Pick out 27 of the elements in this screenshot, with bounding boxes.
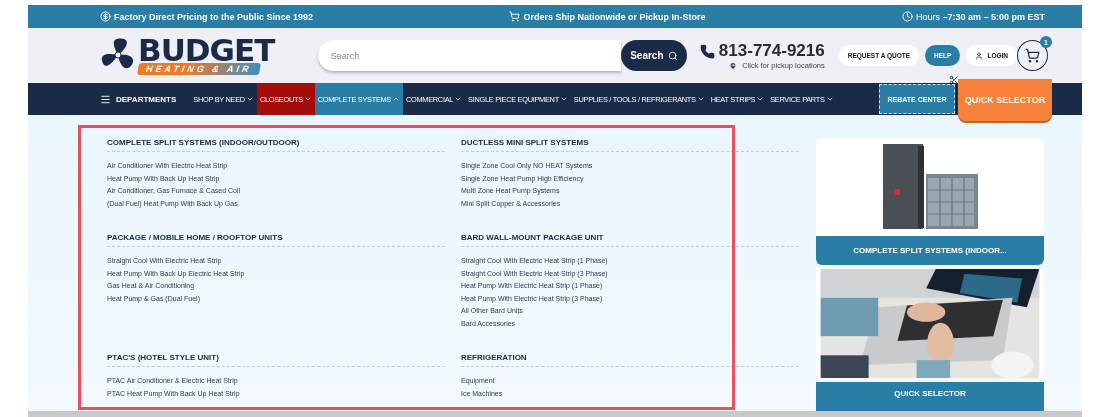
pricing-text: Factory Direct Pricing to the Public Since 1992 (114, 11, 314, 22)
brand-name: BUDGET (138, 36, 275, 63)
section-heading: COMPLETE SPLIT SYSTEMS (INDOOR/OUTDOOR) (107, 138, 445, 152)
cart-icon (509, 11, 521, 22)
section-heading: PACKAGE / MOBILE HOME / ROOFTOP UNITS (107, 233, 445, 247)
section-heading: REFRIGERATION (461, 353, 799, 367)
phone-number: 813-774-9216 (718, 41, 825, 61)
section-heading: BARD WALL-MOUNT PACKAGE UNIT (461, 233, 799, 247)
category-card[interactable]: COMPLETE SPLIT SYSTEMS (INDOOR... (816, 138, 1044, 265)
menu-icon (100, 93, 111, 105)
section-heading: DUCTLESS MINI SPLIT SYSTEMS (461, 138, 799, 152)
card-title: COMPLETE SPLIT SYSTEMS (INDOOR... (816, 235, 1044, 265)
brand-tagline: HEATING & AIR (136, 62, 261, 75)
departments-menu[interactable]: DEPARTMENTS (94, 83, 191, 115)
user-icon (975, 51, 984, 60)
search-icon (667, 50, 678, 61)
cart-icon (1025, 48, 1040, 63)
hours-text: Hours –7:30 am – 5:00 pm EST (915, 11, 1045, 22)
map-pin-icon (729, 61, 738, 70)
phone-icon (699, 43, 715, 59)
search-field[interactable]: Search (317, 40, 621, 71)
search-button[interactable]: Search (620, 40, 687, 71)
shipping-text: Orders Ship Nationwide or Pickup In-Store (523, 11, 706, 22)
dollar-icon (100, 11, 111, 22)
clock-icon (901, 11, 913, 22)
quick-selector-card[interactable]: QUICK SELECTOR (816, 381, 1044, 411)
section-heading: PTAC'S (HOTEL STYLE UNIT) (107, 353, 445, 367)
